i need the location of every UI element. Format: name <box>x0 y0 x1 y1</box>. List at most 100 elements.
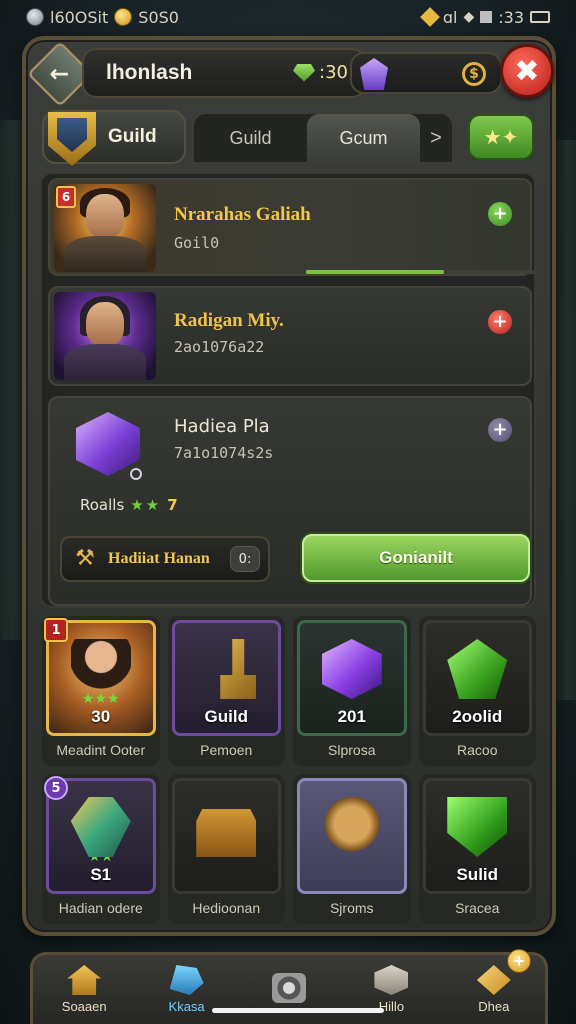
add-button[interactable]: + <box>488 418 512 442</box>
guild-badge[interactable]: Guild <box>42 110 186 166</box>
grid-item[interactable]: Sulid Sracea <box>418 774 536 924</box>
item-value: Sulid <box>456 865 499 884</box>
nav-label: Kkasa <box>168 999 205 1014</box>
member-panel: 6 Nrarahas Galiah Goil0 + Radigan Miy. 2… <box>40 172 536 608</box>
nav-item-home[interactable]: Soaaen <box>33 955 135 1024</box>
gem-counter: :30 <box>293 62 348 83</box>
add-button[interactable]: + <box>488 310 512 334</box>
item-label: Slprosa <box>328 742 376 758</box>
purple-cube-icon <box>76 412 140 476</box>
back-arrow-icon: ← <box>50 60 70 88</box>
purple-gem-icon <box>360 58 388 90</box>
info-icon <box>374 965 409 995</box>
guild-shield-icon <box>48 112 96 166</box>
tab-next-arrow[interactable]: > <box>420 114 452 162</box>
ticket-field[interactable]: ⚒ Hadiiat Hanan 0: <box>60 536 270 582</box>
member-sub: 2ao1076a22 <box>174 338 265 356</box>
item-label: Meadint Ooter <box>56 742 146 758</box>
close-button[interactable]: ✖ <box>500 44 554 98</box>
silver-coin-icon <box>26 8 44 26</box>
grid-item[interactable]: Sjroms <box>293 774 411 924</box>
level-tag: 6 <box>56 186 76 208</box>
camera-icon <box>272 972 307 1003</box>
item-card: 201 <box>297 620 407 736</box>
nav-item-shop[interactable]: Dhea + <box>443 949 545 1024</box>
ticket-badge: 0: <box>230 546 260 572</box>
rank-button[interactable]: ★✦ <box>468 114 534 160</box>
add-button[interactable]: + <box>488 202 512 226</box>
status-bar: l60OSit S0S0 ɑl ◆ :33 <box>0 0 576 34</box>
item-label: Sjroms <box>329 900 374 916</box>
item-card: 2oolid <box>422 620 532 736</box>
item-value: Guild <box>204 707 248 726</box>
tab-strip: Guild Gcum > <box>192 112 454 164</box>
rogue-portrait-icon <box>54 292 156 380</box>
nav-item-info[interactable]: Hillo <box>340 955 442 1024</box>
item-card <box>171 778 281 894</box>
member-name: Hadiea Pla <box>174 416 270 437</box>
pcube-icon <box>321 639 382 699</box>
square-icon <box>480 11 493 23</box>
gem-count: :30 <box>319 62 348 83</box>
grid-item[interactable]: Guild Pemoen <box>167 616 285 766</box>
home-icon <box>67 965 102 995</box>
diamond-icon <box>419 7 440 27</box>
item-card: Sulid <box>422 778 532 894</box>
status-left-value: S0S0 <box>138 7 179 27</box>
member-card[interactable]: Hadiea Pla 7a1o1074s2s + Roalls ★★ 7 ⚒ H… <box>48 396 532 606</box>
member-name: Radigan Miy. <box>174 310 284 331</box>
grid-item[interactable]: 2oolid Racoo <box>418 616 536 766</box>
tab-guild[interactable]: Guild <box>194 114 307 162</box>
nav-label: Soaaen <box>61 999 107 1014</box>
nav-item-camera[interactable] <box>238 955 340 1024</box>
gold-coin-icon <box>114 8 133 26</box>
gem-icon <box>447 639 508 699</box>
item-label: Pemoen <box>200 742 253 758</box>
item-label: Hedioonan <box>192 900 261 916</box>
ring-icon <box>130 468 142 480</box>
item-card <box>297 778 407 894</box>
member-name: Nrarahas Galiah <box>174 204 311 225</box>
status-left-text: l60OSit <box>50 7 109 27</box>
chest-icon <box>196 809 257 857</box>
grid-item[interactable]: 1 ★★★ 30 Meadint Ooter <box>42 616 160 766</box>
item-grid: 1 ★★★ 30 Meadint Ooter Guild Pemoen 201 … <box>42 616 536 924</box>
nav-item-heroes[interactable]: Kkasa <box>135 955 237 1024</box>
hammer-icon: ⚒ <box>75 546 95 571</box>
tab-row: Guild Guild Gcum > ★✦ <box>42 110 534 166</box>
item-card: Guild <box>171 620 281 736</box>
star-icon: ★✦ <box>483 125 519 149</box>
item-value: 201 <box>337 707 366 726</box>
member-sub: Goil0 <box>174 234 220 252</box>
resource-pill[interactable]: $ <box>350 52 502 94</box>
title-pill: lhonlash :30 <box>82 48 366 98</box>
page-title: lhonlash <box>106 61 193 84</box>
item-tag: 5 <box>44 776 68 800</box>
ticket-label: Hadiiat Hanan <box>108 550 210 567</box>
grid-item[interactable]: 201 Slprosa <box>293 616 411 766</box>
guild-badge-label: Guild <box>108 126 157 147</box>
coin-symbol: $ <box>469 66 479 82</box>
battery-icon <box>530 11 550 23</box>
heroes-icon <box>169 965 204 995</box>
tab-gcum[interactable]: Gcum <box>307 114 420 162</box>
grid-item[interactable]: 5 ★★ S1 Hadian odere <box>42 774 160 924</box>
member-card[interactable]: 6 Nrarahas Galiah Goil0 + <box>48 178 536 276</box>
rating-stars: ★★ <box>130 496 162 514</box>
member-card[interactable]: Radigan Miy. 2ao1076a22 + <box>48 286 532 386</box>
header: ← lhonlash :30 $ ✖ <box>26 40 554 108</box>
item-label: Sracea <box>455 900 500 916</box>
plus-icon: + <box>507 949 532 973</box>
relic-icon <box>70 797 131 857</box>
nav-label: Dhea <box>478 999 510 1014</box>
rating-number: 7 <box>167 496 178 514</box>
confirm-button[interactable]: Gonianilt <box>302 534 530 582</box>
item-label: Racoo <box>457 742 498 758</box>
signal-icon: ◆ <box>463 9 475 25</box>
beast-icon <box>321 797 382 857</box>
hero-icon <box>70 639 131 699</box>
grid-item[interactable]: Hedioonan <box>167 774 285 924</box>
item-value: 2oolid <box>452 707 503 726</box>
item-tag: 1 <box>44 618 68 642</box>
close-icon: ✖ <box>514 53 540 89</box>
